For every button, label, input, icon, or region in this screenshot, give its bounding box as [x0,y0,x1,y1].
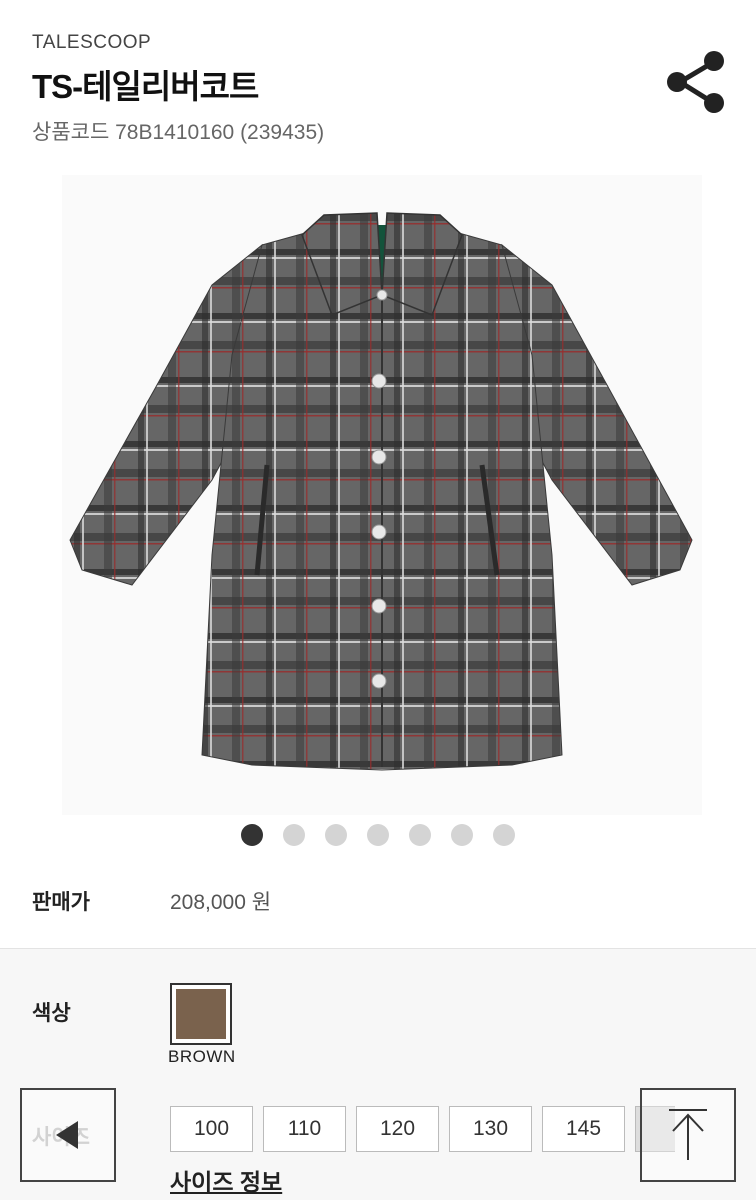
color-label: 색상 [32,1002,71,1025]
back-arrow-icon [56,1121,78,1149]
size-option-100[interactable]: 100 [170,1106,253,1152]
price-label: 판매가 [32,891,90,914]
size-options: 100 110 120 130 145 [170,1106,675,1152]
pagination-dot[interactable] [409,824,431,846]
pagination-dot[interactable] [367,824,389,846]
size-option-110[interactable]: 110 [263,1106,346,1152]
size-option-130[interactable]: 130 [449,1106,532,1152]
pagination-dot[interactable] [451,824,473,846]
share-icon [667,51,724,113]
size-option-120[interactable]: 120 [356,1106,439,1152]
color-name: BROWN [168,1047,236,1066]
brand-name: TALESCOOP [32,32,152,53]
image-pagination [0,824,756,848]
pagination-dot[interactable] [241,824,263,846]
product-code: 상품코드 78B1410160 (239435) [32,121,325,144]
size-info-link[interactable]: 사이즈 정보 [170,1163,282,1197]
color-swatch [176,989,226,1039]
price-value: 208,000 원 [170,891,272,914]
product-image[interactable] [62,175,702,815]
back-button[interactable] [20,1088,116,1182]
product-title: TS-테일리버코트 [32,68,259,105]
pagination-dot[interactable] [283,824,305,846]
scroll-top-button[interactable] [640,1088,736,1182]
pagination-dot[interactable] [325,824,347,846]
pagination-dot[interactable] [493,824,515,846]
scroll-top-icon [669,1109,707,1160]
share-button[interactable] [660,46,730,116]
color-swatch-button[interactable] [170,983,232,1045]
size-option-145[interactable]: 145 [542,1106,625,1152]
